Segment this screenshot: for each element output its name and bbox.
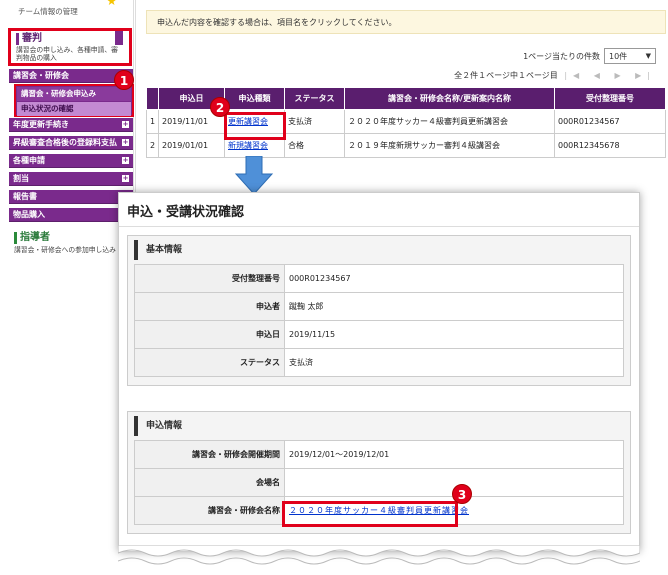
highlight-box-3: [282, 501, 458, 527]
section-heading: 申込情報: [134, 416, 630, 436]
per-page-value: 10件: [609, 52, 628, 61]
sidebar-section-coach[interactable]: 指導者 講習会・研修会への参加申し込み: [14, 228, 132, 254]
submenu-item-status[interactable]: 申込状況の確認: [17, 102, 131, 116]
plus-icon: +: [122, 138, 129, 146]
panel-title: 申込・受講状況確認: [119, 193, 639, 227]
info-key: 申込日: [134, 320, 285, 349]
page-counter-text: 全２件１ページ中１ページ目: [454, 71, 558, 80]
sidebar-item-fee[interactable]: 昇級審査合格後の登録料支払 +: [9, 136, 133, 150]
sidebar-item-label: 年度更新手続き: [13, 120, 69, 129]
detail-panel: 申込・受講状況確認 基本情報 受付整理番号 000R01234567 申込者 蹴鞠 …: [118, 192, 640, 552]
basic-info-section: 基本情報 受付整理番号 000R01234567 申込者 蹴鞠 太郎 申込日 2019…: [127, 235, 631, 386]
info-value: 000R01234567: [284, 264, 624, 293]
sidebar-section-title: 指導者: [14, 232, 132, 244]
per-page-control: 1ページ当たりの件数 10件 ▼: [523, 48, 656, 64]
step-badge-1: 1: [114, 70, 134, 90]
info-row: ステータス 支払済: [134, 348, 624, 377]
sidebar-top-text: チーム情報の管理: [18, 7, 78, 16]
sidebar-item-label: 昇級審査合格後の登録料支払: [13, 138, 117, 147]
info-row: 申込者 蹴鞠 太郎: [134, 292, 624, 321]
info-key: 講習会・研修会名称: [134, 496, 285, 525]
info-key: ステータス: [134, 348, 285, 377]
chevron-down-icon: ▼: [645, 52, 651, 60]
sidebar-item-label: 各種申請: [13, 156, 45, 165]
cell-index: 1: [146, 109, 159, 134]
info-value: 2019/11/15: [284, 320, 624, 349]
cell-status: 合格: [284, 133, 345, 158]
sidebar-section-referee[interactable]: 審判 講習会の申し込み、各種申請、審判物品の購入: [8, 28, 132, 66]
sidebar-item-applications[interactable]: 各種申請 +: [9, 154, 133, 168]
sidebar-item-label: 報告書: [13, 192, 37, 201]
down-arrow-icon: [234, 156, 274, 195]
col-header-name: 講習会・研修会名称/更新案内名称: [344, 87, 555, 110]
highlight-box-2: [224, 112, 286, 140]
submenu: 講習会・研修会申込み 申込状況の確認: [14, 84, 134, 117]
star-icon: ★: [106, 0, 117, 8]
per-page-label: 1ページ当たりの件数: [523, 51, 600, 61]
per-page-select[interactable]: 10件 ▼: [604, 48, 656, 64]
info-key: 会場名: [134, 468, 285, 497]
basic-info-table: 受付整理番号 000R01234567 申込者 蹴鞠 太郎 申込日 2019/11/1…: [134, 264, 624, 377]
info-row: 会場名: [134, 468, 624, 497]
info-key: 申込者: [134, 292, 285, 321]
info-value: 支払済: [284, 348, 624, 377]
plus-icon: +: [122, 120, 129, 128]
info-value: 2019/12/01～2019/12/01: [284, 440, 624, 469]
sidebar-section-title: 審判: [16, 33, 124, 45]
sidebar-item-renewal[interactable]: 年度更新手続き +: [9, 118, 133, 132]
torn-edge: [118, 545, 640, 565]
sidebar-item-report[interactable]: 報告書: [9, 190, 133, 204]
info-value: 蹴鞠 太郎: [284, 292, 624, 321]
notice-banner: 申込んだ内容を確認する場合は、項目名をクリックしてください。: [146, 10, 666, 34]
page-counter: 全２件１ページ中１ページ目 |◀ ◀ ▶ ▶|: [454, 70, 656, 81]
info-key: 講習会・研修会開催期間: [134, 440, 285, 469]
cell-date: 2019/01/01: [158, 133, 225, 158]
plus-icon: +: [122, 174, 129, 182]
cell-number: 000R12345678: [554, 133, 666, 158]
submenu-item-apply[interactable]: 講習会・研修会申込み: [17, 87, 131, 101]
sidebar-item-label: 物品購入: [13, 210, 45, 219]
cell-number: 000R01234567: [554, 109, 666, 134]
plus-icon: +: [122, 156, 129, 164]
col-header-status: ステータス: [284, 87, 345, 110]
step-badge-2: 2: [210, 97, 230, 117]
info-row: 申込日 2019/11/15: [134, 320, 624, 349]
cell-name: ２０２０年度サッカー４級審判員更新講習会: [344, 109, 555, 134]
col-header-index: [146, 87, 159, 110]
cell-status: 支払済: [284, 109, 345, 134]
sidebar-item-label: 講習会・研修会: [13, 71, 69, 80]
sidebar-item-purchase[interactable]: 物品購入: [9, 208, 133, 222]
bookmark-icon: [115, 31, 123, 45]
col-header-number: 受付整理番号: [554, 87, 666, 110]
info-key: 受付整理番号: [134, 264, 285, 293]
cell-index: 2: [146, 133, 159, 158]
sidebar-top: チーム情報の管理 ★: [0, 0, 133, 22]
cell-name: ２０１９年度新規サッカー審判４級講習会: [344, 133, 555, 158]
sidebar-item-assign[interactable]: 割当 +: [9, 172, 133, 186]
info-row: 講習会・研修会開催期間 2019/12/01～2019/12/01: [134, 440, 624, 469]
sidebar-section-desc: 講習会の申し込み、各種申請、審判物品の購入: [16, 46, 118, 62]
info-row: 受付整理番号 000R01234567: [134, 264, 624, 293]
step-badge-3: 3: [452, 484, 472, 504]
section-heading: 基本情報: [134, 240, 630, 260]
col-header-type: 申込種類: [224, 87, 285, 110]
sidebar-item-label: 割当: [13, 174, 29, 183]
pagination-icons[interactable]: |◀ ◀ ▶ ▶|: [564, 71, 656, 80]
sidebar-section-desc: 講習会・研修会への参加申し込み: [14, 246, 116, 254]
